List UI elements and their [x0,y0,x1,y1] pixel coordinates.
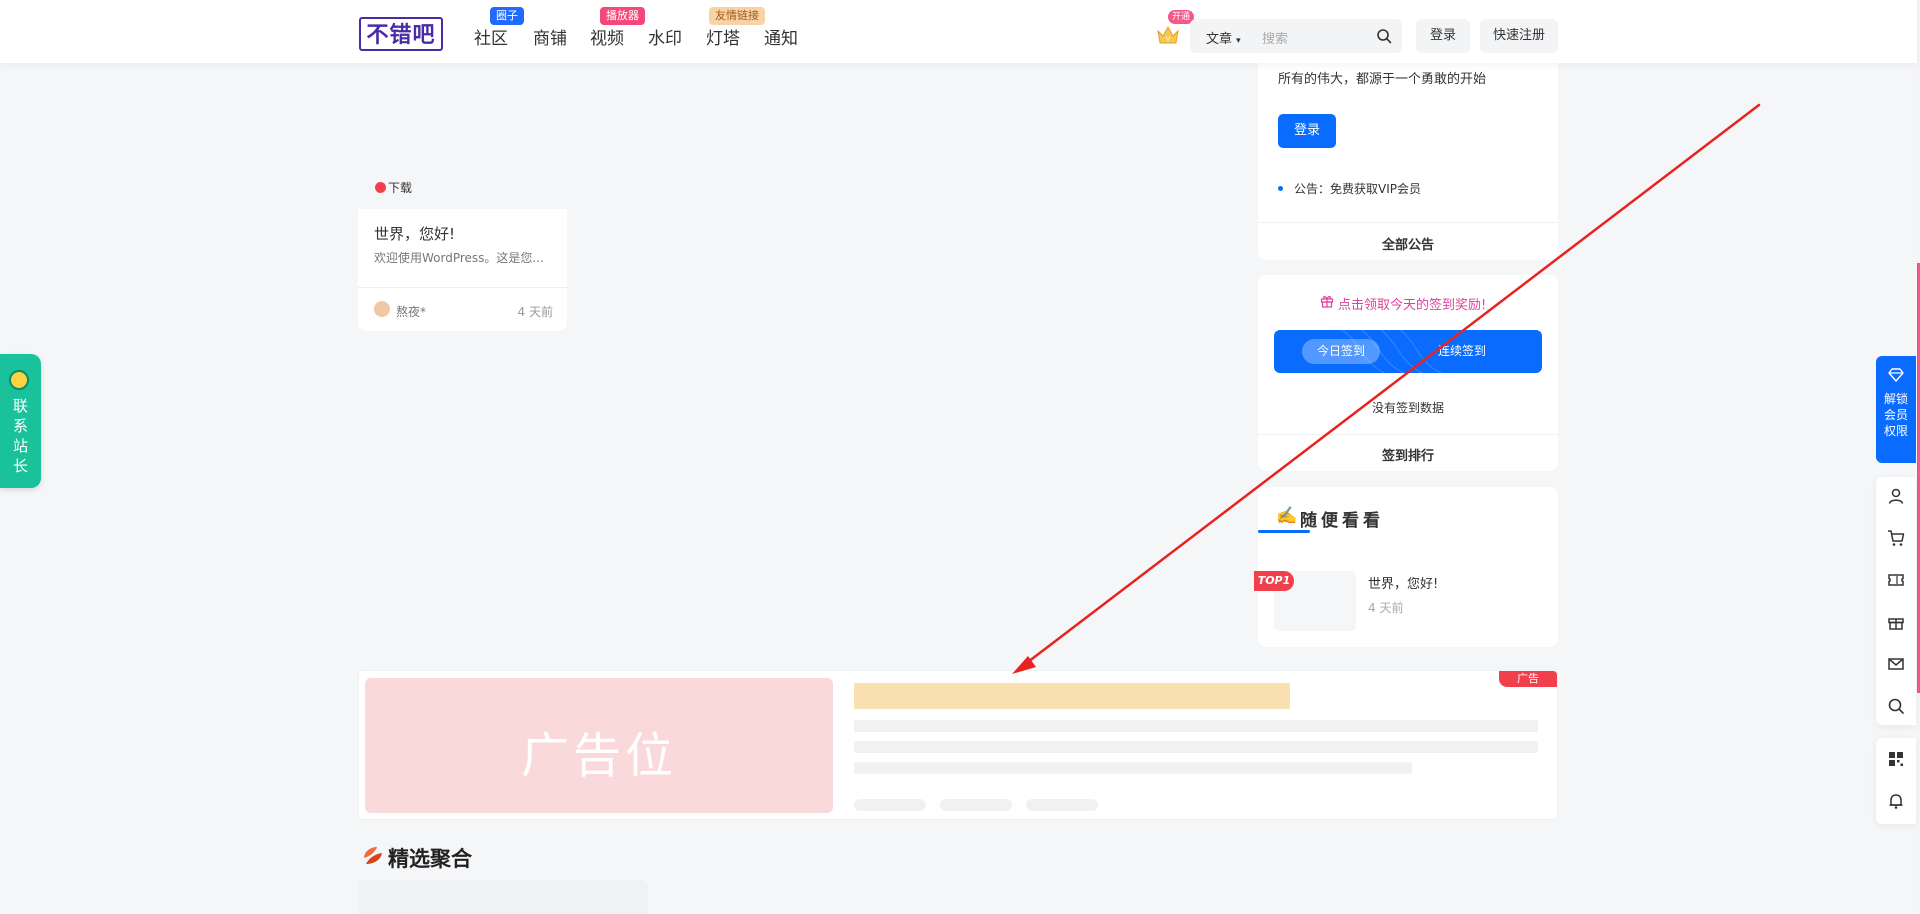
user-icon[interactable] [1887,487,1905,505]
search-icon[interactable] [1887,697,1905,715]
checkin-panel: 点击领取今天的签到奖励! 今日签到 连续签到 没有签到数据 签到排行 [1258,275,1558,471]
contact-admin-button[interactable]: 联系站长 [0,354,41,488]
header-login-button[interactable]: 登录 [1416,19,1470,53]
svg-text:不错吧: 不错吧 [366,22,435,48]
search-type-select[interactable]: 文章 ▾ [1206,28,1241,47]
gift-icon [1320,296,1334,308]
notice-item[interactable]: 公告：免费获取VIP会员 [1294,180,1421,197]
continuous-checkin-button[interactable]: 连续签到 [1438,339,1486,364]
chevron-down-icon: ▾ [1236,36,1241,46]
no-checkin-data: 没有签到数据 [1371,401,1444,415]
contact-admin-label: 联系站长 [12,397,28,475]
login-button[interactable]: 登录 [1278,114,1336,148]
search-input[interactable]: 搜索 [1262,28,1288,47]
download-label: 下载 [388,181,413,195]
divider [1258,222,1558,223]
search-box: 文章 ▾ 搜索 [1190,19,1402,53]
float-toolbar-bottom [1876,738,1916,824]
nav-badge-community: 圈子 [490,7,524,25]
all-notices-link[interactable]: 全部公告 [1258,234,1558,253]
user-panel: 所有的伟大，都源于一个勇敢的开始 登录 公告：免费获取VIP会员 全部公告 [1258,52,1558,260]
nav-item-video[interactable]: 视频 [590,24,624,49]
vip-crown-icon[interactable]: V [1156,24,1180,46]
svg-text:V: V [1166,35,1171,43]
mail-icon[interactable] [1887,655,1905,673]
unlock-vip-button[interactable]: 解锁会员权限 [1876,356,1916,463]
featured-card-placeholder [358,880,648,914]
avatar[interactable] [374,301,390,317]
header-register-button[interactable]: 快速注册 [1480,19,1558,53]
ad-image-text: 广告位 [520,728,677,784]
skeleton-meta [854,799,926,811]
diamond-icon [1888,368,1904,382]
ticket-icon[interactable] [1887,571,1905,589]
featured-title: 精选聚合 [388,847,472,871]
notice-dot-icon [1278,186,1283,191]
skeleton-line [854,762,1412,774]
smiley-icon [9,370,29,390]
ad-image[interactable]: 广告位 [365,678,833,813]
gift-icon[interactable] [1887,613,1905,631]
ad-badge: 广告 [1499,671,1557,687]
writing-hand-icon: ✍️ [1276,506,1298,526]
random-post-time: 4 天前 [1368,601,1404,615]
skeleton-title [854,683,1290,709]
skeleton-line [854,741,1538,753]
slogan-text: 所有的伟大，都源于一个勇敢的开始 [1278,72,1487,87]
post-author[interactable]: 熬夜* [396,303,426,320]
post-card[interactable]: 下载 世界，您好! 欢迎使用WordPress。这是您... 熬夜* 4 天前 [358,63,567,331]
nav-badge-video: 播放器 [600,7,645,25]
nav-item-community[interactable]: 社区 [474,24,508,49]
title-underline [1258,530,1310,533]
skeleton-meta [940,799,1012,811]
unlock-vip-label: 解锁会员权限 [1884,392,1909,438]
skeleton-meta [1026,799,1098,811]
qrcode-icon[interactable] [1887,750,1905,768]
nav-item-lighthouse[interactable]: 灯塔 [706,24,740,49]
checkin-tip[interactable]: 点击领取今天的签到奖励! [1338,294,1486,313]
post-title[interactable]: 世界，您好! [374,223,455,244]
download-icon [375,182,386,193]
skeleton-line [854,720,1538,732]
nav-badge-friendlinks: 友情链接 [709,7,765,25]
random-posts-panel: ✍️ 随便看看 TOP1 世界，您好! 4 天前 [1254,487,1558,647]
float-toolbar [1876,477,1916,725]
checkin-bar: 今日签到 连续签到 [1274,330,1542,373]
random-post-title[interactable]: 世界，您好! [1368,573,1438,592]
post-excerpt: 欢迎使用WordPress。这是您... [374,251,544,265]
post-time: 4 天前 [517,305,553,319]
search-icon[interactable] [1376,28,1392,44]
featured-icon [364,847,382,864]
random-posts-title: 随便看看 [1300,511,1384,531]
site-logo[interactable]: 不错吧 [359,17,443,51]
cart-icon[interactable] [1887,529,1905,547]
today-checkin-button[interactable]: 今日签到 [1302,339,1380,364]
bell-icon[interactable] [1887,792,1905,810]
divider [358,287,567,288]
top-header: 不错吧 圈子 社区 商铺 播放器 视频 水印 友情链接 灯塔 通知 V 开通 文… [0,0,1917,63]
top1-badge: TOP1 [1254,571,1294,591]
nav-item-watermark[interactable]: 水印 [648,24,682,49]
ad-banner[interactable]: 广告位 广告 [358,670,1558,820]
nav-item-notice[interactable]: 通知 [764,24,798,49]
checkin-ranking-link[interactable]: 签到排行 [1258,445,1558,464]
divider [1258,434,1558,435]
nav-item-shop[interactable]: 商铺 [533,24,567,49]
